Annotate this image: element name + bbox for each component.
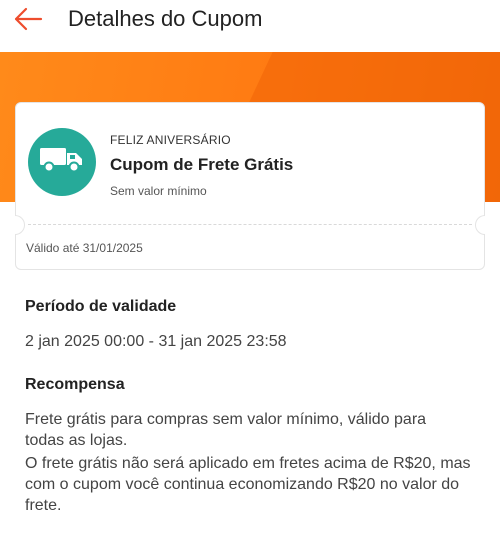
coupon-title: Cupom de Frete Grátis bbox=[110, 155, 294, 174]
coupon-notch-left bbox=[15, 215, 25, 235]
page-title: Detalhes do Cupom bbox=[68, 6, 263, 31]
validity-section-title: Período de validade bbox=[25, 298, 177, 315]
coupon-tag: FELIZ ANIVERSÁRIO bbox=[110, 133, 231, 147]
truck-icon bbox=[39, 145, 85, 180]
reward-description: Frete grátis para compras sem valor míni… bbox=[25, 411, 427, 449]
coupon-min-value: Sem valor mínimo bbox=[110, 184, 207, 198]
validity-range: 2 jan 2025 00:00 - 31 jan 2025 23:58 bbox=[25, 333, 287, 350]
reward-condition: O frete grátis não será aplicado em fret… bbox=[25, 455, 471, 514]
coupon-card[interactable]: FELIZ ANIVERSÁRIO Cupom de Frete Grátis … bbox=[15, 102, 485, 270]
back-button[interactable] bbox=[10, 2, 50, 38]
reward-section-title: Recompensa bbox=[25, 376, 125, 393]
coupon-divider bbox=[28, 224, 472, 225]
coupon-icon-badge bbox=[28, 128, 96, 196]
top-app-bar: Detalhes do Cupom bbox=[0, 0, 500, 52]
coupon-valid-until: Válido até 31/01/2025 bbox=[26, 241, 143, 255]
coupon-notch-right bbox=[475, 215, 485, 235]
arrow-left-icon bbox=[10, 2, 50, 38]
